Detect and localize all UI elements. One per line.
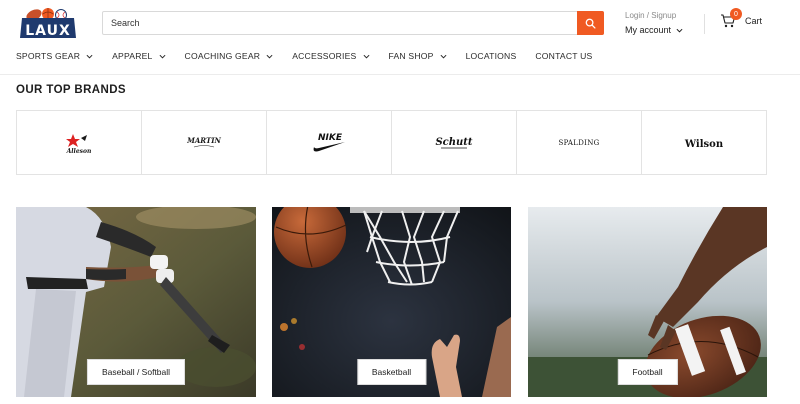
chevron-down-icon (266, 54, 273, 59)
header-divider (704, 14, 705, 34)
search-icon (585, 18, 596, 29)
cart-count-badge: 0 (730, 8, 742, 20)
svg-text:Schutt: Schutt (435, 137, 472, 148)
nav-item-accessories[interactable]: ACCESSORIES (292, 51, 369, 61)
nav-label: COACHING GEAR (184, 51, 261, 61)
spalding-logo: SPALDING (558, 139, 599, 147)
brand-nike[interactable]: NIKE (267, 111, 392, 174)
svg-text:LAUX: LAUX (25, 23, 71, 39)
nav-label: APPAREL (112, 51, 153, 61)
category-label[interactable]: Baseball / Softball (86, 359, 186, 385)
chevron-down-icon (159, 54, 166, 59)
nav-label: CONTACT US (535, 51, 593, 61)
my-account-label: My account (625, 25, 672, 35)
main-nav: SPORTS GEAR APPAREL COACHING GEAR ACCESS… (16, 51, 611, 61)
search-input[interactable] (103, 12, 577, 34)
category-card-baseball[interactable]: Baseball / Softball (16, 207, 256, 397)
wilson-logo: Wilson (684, 139, 724, 150)
cart-button[interactable]: 0 Cart (720, 8, 763, 29)
account-menu[interactable]: Login / Signup My account (625, 11, 683, 35)
nav-label: LOCATIONS (465, 51, 517, 61)
brand-alleson[interactable]: Alleson (17, 111, 142, 174)
top-brands-title: OUR TOP BRANDS (16, 84, 126, 96)
svg-text:SPALDING: SPALDING (558, 139, 599, 147)
nav-label: ACCESSORIES (292, 51, 357, 61)
brand-schutt[interactable]: Schutt (392, 111, 517, 174)
nav-item-apparel[interactable]: APPAREL (112, 51, 166, 61)
nav-item-fan-shop[interactable]: FAN SHOP (389, 51, 447, 61)
brands-grid: Alleson MARTIN NIKE Schutt SPALDING Wils… (16, 110, 767, 175)
allesson-logo: Alleson (66, 133, 92, 155)
nav-label: SPORTS GEAR (16, 51, 81, 61)
nav-item-coaching-gear[interactable]: COACHING GEAR (185, 51, 274, 61)
chevron-down-icon (363, 54, 369, 59)
chevron-down-icon (676, 28, 683, 33)
category-card-basketball[interactable]: Basketball (272, 207, 511, 397)
nav-item-locations[interactable]: LOCATIONS (466, 51, 517, 61)
martin-logo: MARTIN (186, 136, 221, 147)
search-button[interactable] (577, 11, 604, 35)
nav-label: FAN SHOP (388, 51, 434, 61)
svg-text:MARTIN: MARTIN (186, 136, 221, 145)
login-signup-link[interactable]: Login / Signup (625, 11, 683, 20)
chevron-down-icon (440, 54, 447, 59)
brand-spalding[interactable]: SPALDING (517, 111, 642, 174)
search-bar (102, 11, 604, 35)
my-account-dropdown[interactable]: My account (625, 25, 683, 35)
header-separator (0, 74, 800, 75)
svg-text:Alleson: Alleson (66, 148, 92, 155)
brand-martin[interactable]: MARTIN (142, 111, 267, 174)
category-label[interactable]: Football (617, 359, 678, 385)
nav-item-sports-gear[interactable]: SPORTS GEAR (16, 51, 93, 61)
cart-label: Cart (745, 16, 763, 26)
svg-text:NIKE: NIKE (318, 133, 343, 143)
nav-item-contact-us[interactable]: CONTACT US (535, 51, 592, 61)
schutt-logo: Schutt (435, 137, 473, 148)
nike-logo: NIKE (313, 133, 345, 151)
svg-text:Wilson: Wilson (684, 139, 724, 150)
laux-logo[interactable]: LAUX (16, 6, 80, 40)
cart-icon-wrap: 0 (720, 8, 742, 29)
category-card-football[interactable]: Football (528, 207, 767, 397)
category-label[interactable]: Basketball (356, 359, 427, 385)
chevron-down-icon (86, 54, 93, 59)
brand-wilson[interactable]: Wilson (642, 111, 766, 174)
